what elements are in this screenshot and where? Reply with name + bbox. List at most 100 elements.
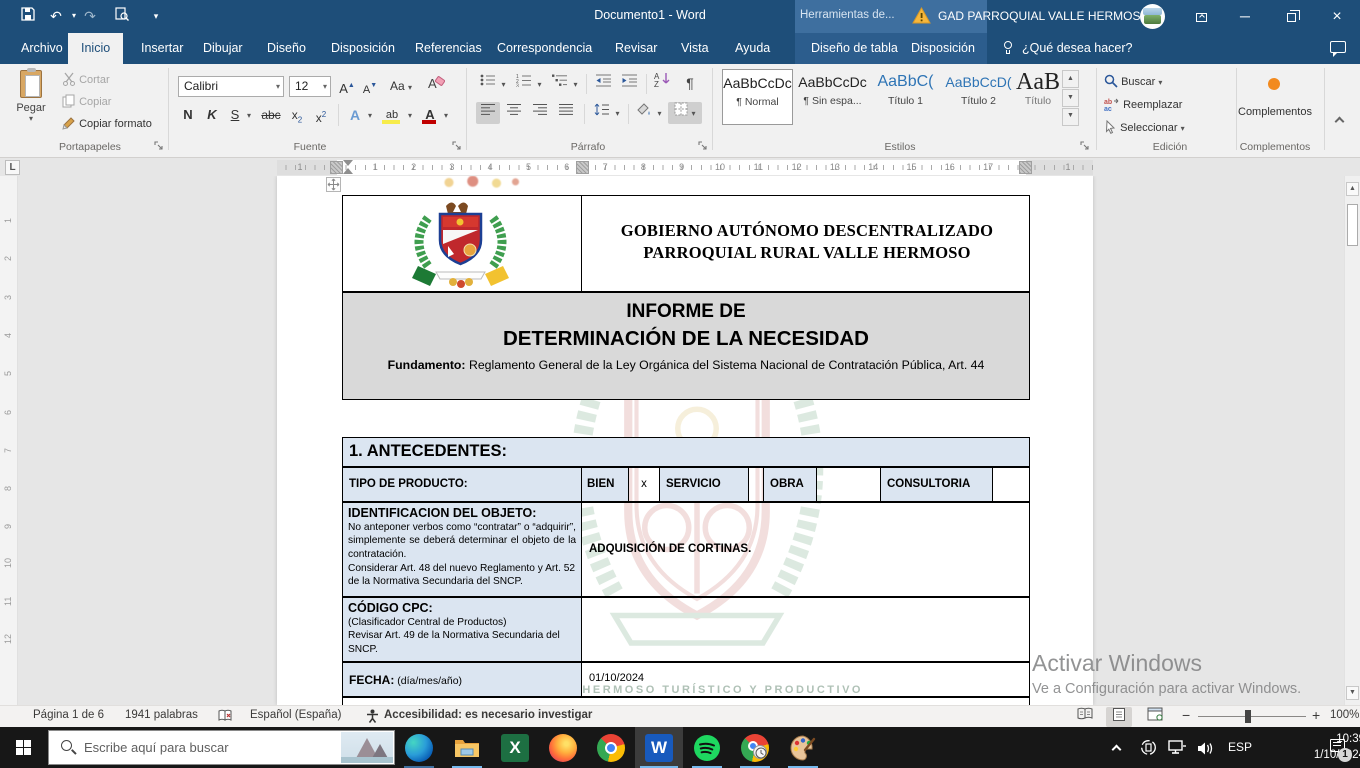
change-case-button[interactable]: Aa ▾ [386, 75, 416, 97]
bullets-button[interactable] [476, 73, 500, 95]
copy-button[interactable]: Copiar [62, 92, 111, 112]
italic-button[interactable]: K [202, 104, 222, 126]
vertical-ruler[interactable]: 123456789101112 [0, 176, 18, 705]
search-highlight-art[interactable] [341, 732, 393, 763]
tray-network-icon[interactable] [1168, 740, 1187, 761]
close-button[interactable]: × [1314, 0, 1360, 33]
shading-button[interactable] [632, 102, 656, 124]
tab-inicio[interactable]: Inicio [68, 33, 123, 64]
taskbar-excel[interactable]: X [491, 727, 539, 768]
increase-indent-button[interactable] [618, 73, 642, 95]
tab-archivo[interactable]: Archivo [8, 33, 76, 64]
tipo-bien-checkbox[interactable]: x [629, 468, 659, 501]
font-dialog-launcher-icon[interactable] [452, 141, 463, 152]
select-button[interactable]: Seleccionar ▾ [1104, 118, 1185, 139]
header-table[interactable]: GOBIERNO AUTÓNOMO DESCENTRALIZADO PARROQ… [342, 195, 1030, 292]
style-normal[interactable]: AaBbCcDc ¶ Normal [722, 69, 793, 125]
vertical-scrollbar[interactable]: ▲ ▼ [1344, 176, 1360, 705]
addins-button[interactable]: Complementos [1232, 106, 1318, 118]
taskbar-file-explorer[interactable] [443, 727, 491, 768]
bold-button[interactable]: N [178, 104, 198, 126]
print-layout-view-icon[interactable] [1106, 707, 1132, 727]
font-family-combo[interactable]: Calibri▾ [178, 76, 284, 97]
tab-diseno-de-tabla[interactable]: Diseño de tabla [798, 33, 911, 64]
taskbar-firefox[interactable] [539, 727, 587, 768]
collapse-ribbon-icon[interactable] [1336, 116, 1343, 128]
tray-chevron-icon[interactable] [1113, 740, 1120, 758]
shading-caret-icon[interactable]: ▾ [654, 102, 665, 124]
styles-more-icon[interactable]: ▼ [1062, 108, 1079, 126]
line-spacing-button[interactable] [590, 102, 614, 124]
taskbar-spotify[interactable] [683, 727, 731, 768]
fecha-value[interactable]: 01/10/2024 [589, 672, 644, 684]
numbering-button[interactable]: 123 [512, 73, 536, 95]
tipo-servicio-checkbox[interactable] [749, 468, 763, 501]
tipo-obra-checkbox[interactable] [817, 468, 880, 501]
tipo-consultoria-checkbox[interactable] [993, 468, 1031, 501]
document-page[interactable]: E HERMOSO TURÍSTICO Y PRODUCTIVO [277, 176, 1093, 705]
line-spacing-caret-icon[interactable]: ▾ [612, 102, 623, 124]
justify-button[interactable] [554, 102, 578, 124]
strikethrough-button[interactable]: abc [258, 104, 284, 126]
show-paragraph-marks-button[interactable]: ¶ [680, 72, 700, 94]
word-count[interactable]: 1941 palabras [125, 709, 198, 721]
taskbar-chrome[interactable] [587, 727, 635, 768]
taskbar-paint[interactable] [779, 727, 827, 768]
borders-button[interactable]: ▾ [668, 102, 702, 124]
accessibility-status[interactable]: Accesibilidad: es necesario investigar [384, 709, 592, 721]
grow-font-button[interactable]: A▲ [336, 75, 358, 97]
scroll-up-icon[interactable]: ▲ [1346, 182, 1359, 196]
accessibility-icon[interactable] [366, 709, 379, 726]
align-left-button[interactable] [476, 102, 500, 124]
save-icon[interactable] [18, 7, 38, 25]
scrollbar-thumb[interactable] [1347, 204, 1358, 246]
web-layout-view-icon[interactable] [1142, 707, 1168, 727]
antecedentes-heading-row[interactable]: 1. ANTECEDENTES: [342, 437, 1030, 467]
restore-button[interactable] [1268, 0, 1314, 33]
superscript-button[interactable]: x2 [310, 104, 332, 126]
left-margin-marker[interactable] [330, 161, 343, 174]
hanging-indent-marker[interactable] [343, 168, 353, 174]
cpc-row[interactable]: CÓDIGO CPC: (Clasificador Central de Pro… [342, 597, 1030, 662]
print-preview-icon[interactable] [112, 7, 132, 25]
start-button[interactable] [0, 727, 48, 768]
taskbar-edge[interactable] [395, 727, 443, 768]
paste-button[interactable]: Pegar ▾ [8, 68, 54, 152]
tab-revisar[interactable]: Revisar [602, 33, 670, 64]
tab-disposicion[interactable]: Disposición [318, 33, 408, 64]
proofing-icon[interactable] [218, 709, 233, 725]
zoom-in-button[interactable]: + [1312, 707, 1320, 723]
zoom-level[interactable]: 100% [1330, 709, 1359, 721]
style-heading2[interactable]: AaBbCcD( Título 2 [943, 69, 1014, 125]
highlight-caret-icon[interactable]: ▾ [404, 104, 416, 126]
text-effects-caret-icon[interactable]: ▾ [364, 104, 376, 126]
tab-disposicion-tabla[interactable]: Disposición [898, 33, 988, 64]
style-heading1[interactable]: AaBbC( Título 1 [870, 69, 941, 125]
underline-button[interactable]: S [226, 104, 244, 126]
underline-caret-icon[interactable]: ▾ [243, 104, 255, 126]
paragraph-dialog-launcher-icon[interactable] [698, 141, 709, 152]
zoom-slider-thumb[interactable] [1245, 710, 1251, 723]
tray-language-indicator[interactable]: ESP [1228, 740, 1252, 754]
fecha-row[interactable]: FECHA: (día/mes/año) 01/10/2024 [342, 662, 1030, 697]
find-button[interactable]: Buscar ▾ [1104, 72, 1162, 93]
document-area[interactable]: 123456789101112 E HERMOSO TURÍSTICO Y PR… [0, 176, 1360, 705]
shrink-font-button[interactable]: A▼ [360, 75, 380, 97]
undo-icon[interactable]: ↶ [46, 7, 66, 25]
sort-button[interactable]: AZ [650, 71, 676, 93]
styles-scroll-up-icon[interactable]: ▲ [1062, 70, 1079, 88]
tell-me-box[interactable]: ¿Qué desea hacer? [1022, 33, 1133, 64]
align-center-button[interactable] [502, 102, 526, 124]
decrease-indent-button[interactable] [592, 73, 616, 95]
page-indicator[interactable]: Página 1 de 6 [33, 709, 104, 721]
tab-diseno[interactable]: Diseño [254, 33, 319, 64]
avatar[interactable] [1140, 4, 1165, 29]
tab-selector[interactable]: L [5, 160, 20, 175]
tab-referencias[interactable]: Referencias [402, 33, 495, 64]
style-no-spacing[interactable]: AaBbCcDc ¶ Sin espa... [797, 69, 868, 125]
zoom-out-button[interactable]: − [1182, 707, 1190, 723]
objeto-value[interactable]: ADQUISICIÓN DE CORTINAS. [589, 543, 751, 555]
cut-button[interactable]: Cortar [62, 70, 110, 90]
tab-dibujar[interactable]: Dibujar [190, 33, 256, 64]
account-name[interactable]: GAD PARROQUIAL VALLE HERMOSO [938, 9, 1150, 23]
